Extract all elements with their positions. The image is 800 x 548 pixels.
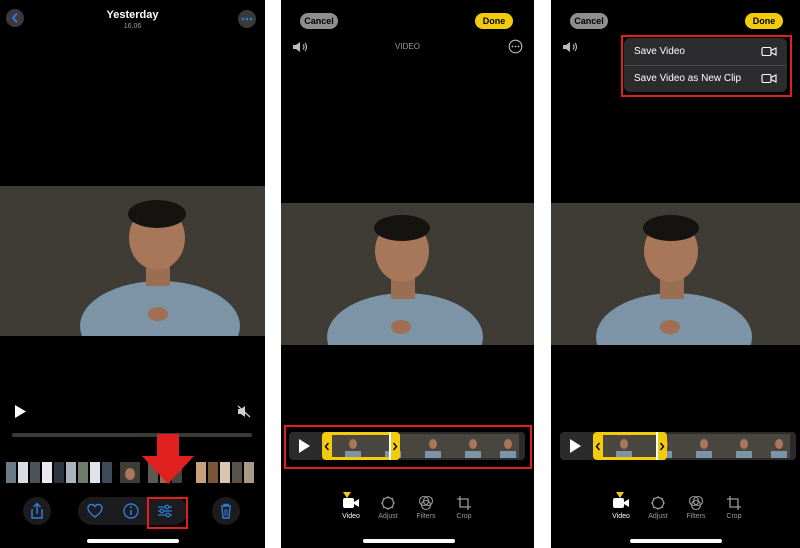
home-indicator	[87, 539, 179, 543]
red-arrow-indicator	[142, 434, 194, 489]
video-frame[interactable]	[551, 203, 800, 345]
video-editor-menu-panel: Cancel Done Save Video Save Video as New…	[551, 0, 800, 548]
speaker-muted-icon	[237, 405, 251, 418]
active-tool-indicator	[343, 485, 351, 498]
heart-icon	[87, 503, 103, 518]
mode-label: VIDEO	[395, 42, 420, 51]
speaker-icon	[563, 42, 578, 52]
tool-adjust-label: Adjust	[648, 513, 668, 520]
play-icon	[570, 439, 581, 453]
active-tool-indicator	[616, 485, 624, 498]
filters-icon	[688, 495, 704, 511]
page-title: Yesterday	[106, 9, 159, 21]
cancel-button[interactable]: Cancel	[300, 13, 338, 29]
delete-button[interactable]	[212, 497, 240, 525]
share-button[interactable]	[23, 497, 51, 525]
tool-adjust[interactable]: Adjust	[373, 495, 403, 520]
tool-crop-label: Crop	[726, 513, 742, 520]
tool-crop[interactable]: Crop	[719, 495, 749, 520]
more-button[interactable]	[238, 10, 256, 28]
trash-icon	[221, 503, 231, 519]
person-video-image	[281, 203, 534, 345]
person-video-image	[0, 186, 265, 336]
tool-video[interactable]: Video	[336, 495, 366, 520]
tool-filters[interactable]: Filters	[411, 495, 441, 520]
home-indicator	[630, 539, 722, 543]
tool-adjust[interactable]: Adjust	[643, 495, 673, 520]
edit-button-highlight	[147, 497, 188, 529]
photos-viewer-panel: Yesterday 16.06	[0, 0, 265, 548]
cancel-button[interactable]: Cancel	[570, 13, 608, 29]
done-button[interactable]: Done	[745, 13, 783, 29]
share-icon	[31, 502, 43, 519]
scrubber-track[interactable]	[12, 433, 252, 437]
page-subtitle: 16.06	[123, 23, 142, 30]
video-editor-panel: Cancel Done VIDEO Video Adjust Filters C…	[281, 0, 534, 548]
playhead[interactable]	[656, 432, 658, 460]
thumbnail-strip[interactable]	[6, 462, 258, 483]
info-icon	[123, 503, 139, 519]
thumbnail-images	[6, 462, 254, 483]
video-camera-icon	[613, 498, 629, 508]
video-frame[interactable]	[281, 203, 534, 345]
favorite-button[interactable]	[86, 502, 104, 525]
adjust-dial-icon	[381, 496, 395, 510]
crop-icon	[727, 496, 741, 510]
trim-timeline[interactable]	[560, 432, 796, 460]
mute-button[interactable]	[237, 405, 251, 423]
more-options-button[interactable]	[508, 39, 523, 59]
home-indicator	[363, 539, 455, 543]
tool-adjust-label: Adjust	[378, 513, 398, 520]
tool-crop[interactable]: Crop	[449, 495, 479, 520]
volume-button[interactable]	[562, 40, 580, 59]
menu-highlight	[621, 35, 792, 97]
crop-icon	[457, 496, 471, 510]
tool-video[interactable]: Video	[606, 495, 636, 520]
info-button[interactable]	[122, 502, 140, 525]
tool-video-label: Video	[342, 513, 360, 520]
video-frame[interactable]	[0, 186, 265, 336]
chevron-left-icon	[595, 442, 601, 451]
ellipsis-icon	[241, 17, 253, 21]
ellipsis-circle-icon	[508, 39, 523, 54]
tool-filters-label: Filters	[416, 513, 436, 520]
filters-icon	[418, 495, 434, 511]
timeline-play-button[interactable]	[569, 439, 581, 458]
arrow-down-icon	[142, 434, 194, 484]
play-icon	[15, 405, 26, 418]
adjust-dial-icon	[651, 496, 665, 510]
video-camera-icon	[343, 498, 359, 508]
tool-crop-label: Crop	[456, 513, 472, 520]
chevron-right-icon	[659, 442, 665, 451]
timeline-highlight	[284, 425, 532, 469]
tool-video-label: Video	[612, 513, 630, 520]
play-button[interactable]	[14, 405, 26, 423]
tool-filters[interactable]: Filters	[681, 495, 711, 520]
done-button[interactable]: Done	[475, 13, 513, 29]
person-video-image	[551, 203, 800, 345]
tool-filters-label: Filters	[686, 513, 706, 520]
